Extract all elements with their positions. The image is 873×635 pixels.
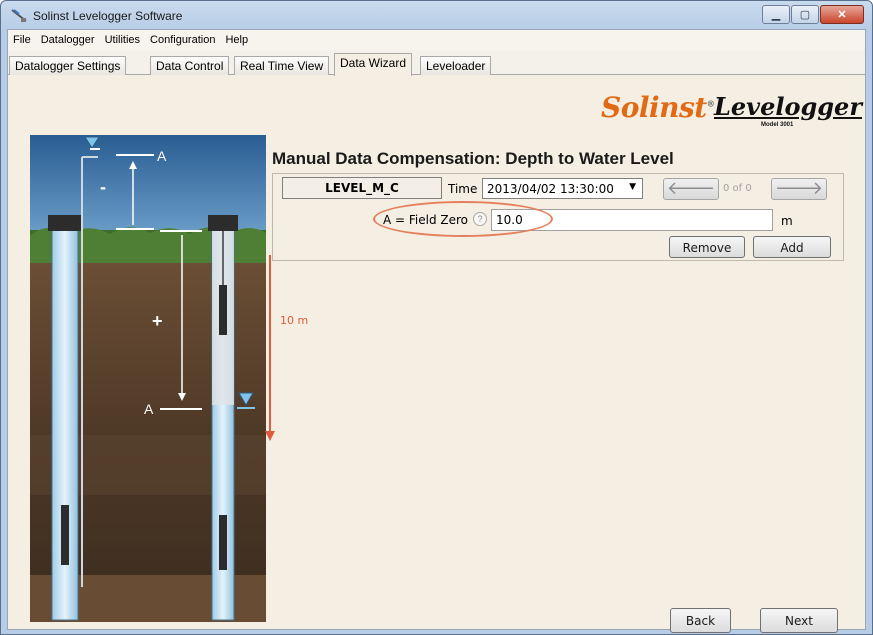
depth-arrow (265, 255, 275, 441)
tab-datalogger-settings[interactable]: Datalogger Settings (9, 56, 127, 75)
tab-bar: Datalogger Settings Data Control Real Ti… (8, 50, 865, 76)
levelogger-logo: Levelogger (714, 92, 862, 121)
well-illustration: A - + A (30, 135, 266, 622)
title-bar[interactable]: Solinst Levelogger Software ▁ ▢ ✕ (1, 1, 872, 29)
solinst-logo: Solinst® (601, 91, 715, 124)
back-button[interactable]: Back (670, 608, 731, 633)
top-a-label: A (157, 148, 167, 164)
tab-leveloader[interactable]: Leveloader (420, 56, 492, 75)
menu-datalogger[interactable]: Datalogger (36, 34, 100, 46)
add-button[interactable]: Add (753, 236, 831, 258)
form-title: Manual Data Compensation: Depth to Water… (272, 149, 674, 168)
next-record-button[interactable]: 🡒 (771, 178, 827, 200)
menu-help[interactable]: Help (220, 34, 253, 46)
window-title: Solinst Levelogger Software (33, 9, 183, 23)
highlight-annotation (373, 201, 553, 237)
compensation-form: LEVEL_M_C Time 2013/04/02 13:30:00 ▼ 🡐 0… (272, 173, 844, 261)
menu-configuration[interactable]: Configuration (145, 34, 220, 46)
menu-bar: File Datalogger Utilities Configuration … (8, 30, 865, 50)
time-dropdown[interactable]: 2013/04/02 13:30:00 ▼ (482, 178, 643, 199)
minus-sign: - (100, 177, 106, 197)
logger-name-field: LEVEL_M_C (282, 177, 442, 199)
data-wizard-panel: Solinst® Levelogger Model 3001 A - + A 1… (8, 75, 865, 633)
time-label: Time (448, 182, 478, 196)
menu-utilities[interactable]: Utilities (100, 34, 145, 46)
window-controls: ▁ ▢ ✕ (761, 5, 864, 25)
client-area: File Datalogger Utilities Configuration … (7, 29, 866, 633)
next-button[interactable]: Next (760, 608, 838, 633)
tab-data-control[interactable]: Data Control (150, 56, 230, 75)
unit-label: m (781, 214, 793, 228)
tab-real-time-view[interactable]: Real Time View (234, 56, 330, 75)
maximize-button[interactable]: ▢ (791, 5, 819, 24)
plus-sign: + (152, 311, 163, 331)
time-dropdown-value: 2013/04/02 13:30:00 (487, 182, 614, 196)
depth-annotation: 10 m (280, 314, 309, 327)
menu-file[interactable]: File (8, 34, 36, 46)
chevron-down-icon: ▼ (629, 182, 636, 192)
bottom-a-label: A (144, 401, 154, 417)
record-count: 0 of 0 (723, 183, 752, 194)
levelogger-model-text: Model 3001 (761, 122, 794, 128)
arrow-left-icon: 🡐 (666, 178, 716, 198)
remove-button[interactable]: Remove (669, 236, 745, 258)
arrow-right-icon: 🡒 (774, 178, 824, 198)
close-button[interactable]: ✕ (820, 5, 864, 24)
tab-data-wizard[interactable]: Data Wizard (334, 53, 413, 76)
app-icon (11, 9, 27, 22)
app-window: Solinst Levelogger Software ▁ ▢ ✕ File D… (0, 0, 873, 635)
well-diagram: A - + A (30, 135, 266, 622)
minimize-button[interactable]: ▁ (762, 5, 790, 24)
previous-record-button[interactable]: 🡐 (663, 178, 719, 200)
